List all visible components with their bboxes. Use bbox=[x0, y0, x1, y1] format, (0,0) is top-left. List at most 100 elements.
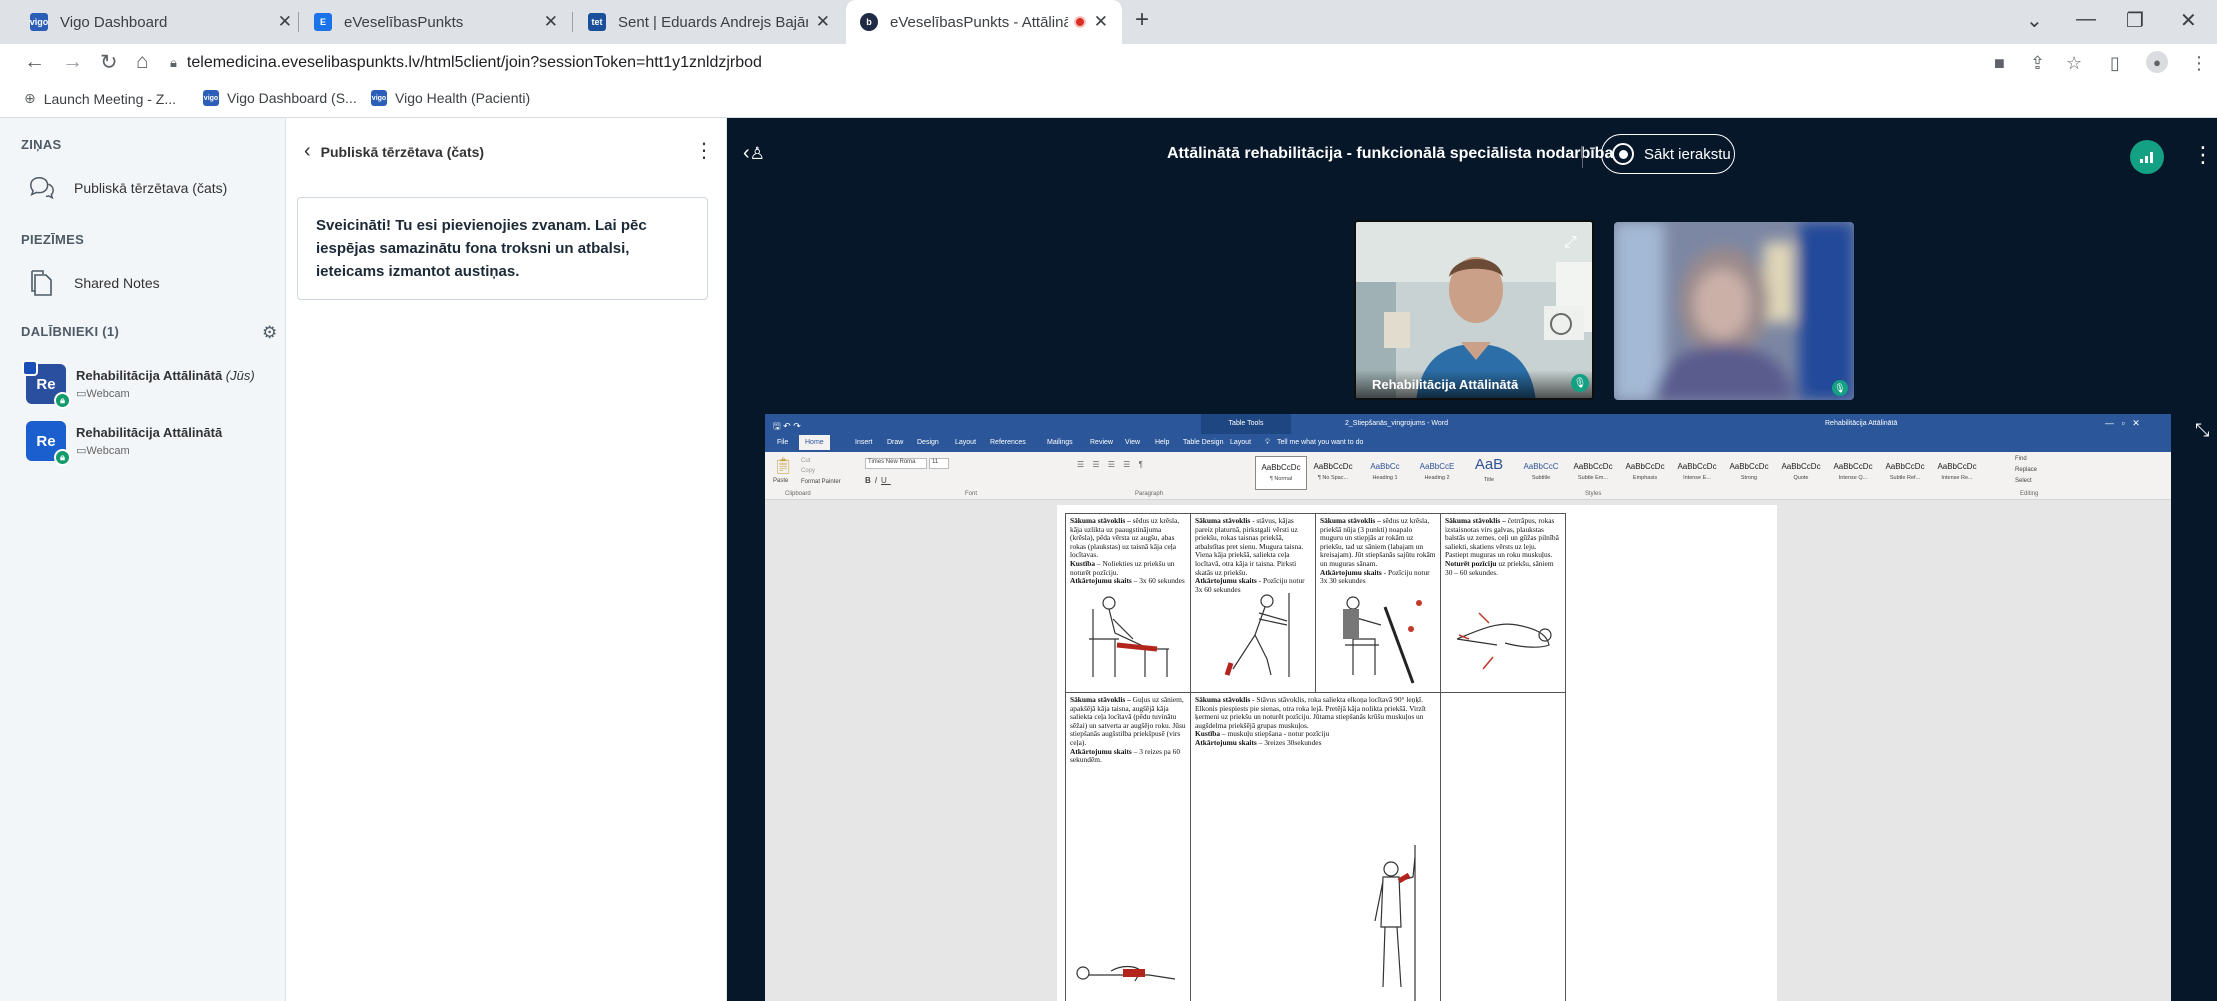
bookmark-vigo-dashboard[interactable]: vigo Vigo Dashboard (S... bbox=[203, 90, 357, 106]
word-tab[interactable]: Layout bbox=[1230, 439, 1251, 446]
style-gallery-item[interactable]: AaBbCcDc Intense E... bbox=[1671, 456, 1723, 490]
webcam-icon: ▭ bbox=[76, 388, 87, 400]
side-panel-icon[interactable]: ▯ bbox=[2110, 53, 2120, 74]
bookmark-star-icon[interactable]: ☆ bbox=[2066, 53, 2082, 74]
style-name: Intense Re... bbox=[1941, 475, 1973, 481]
bookmark-launch-meeting[interactable]: ⊕ Launch Meeting - Z... bbox=[24, 90, 176, 107]
forward-icon[interactable]: → bbox=[62, 50, 83, 74]
format-painter-label[interactable]: Format Painter bbox=[801, 479, 841, 485]
vigo-favicon-icon: vigo bbox=[30, 13, 48, 31]
style-sample: AaBbCcDc bbox=[1573, 462, 1613, 471]
word-title-bar: 🖫︎ ↶ ↷ Table Tools 2_Stiepšanās_vingroju… bbox=[765, 414, 2171, 434]
shared-notes-item[interactable]: Shared Notes bbox=[28, 269, 160, 297]
word-tab[interactable]: Review bbox=[1090, 439, 1113, 446]
style-gallery-item[interactable]: AaBbCc Heading 1 bbox=[1359, 456, 1411, 490]
gear-icon[interactable]: ⚙ bbox=[262, 323, 277, 343]
font-format-buttons[interactable]: BIU bbox=[865, 476, 891, 485]
style-gallery-item[interactable]: AaBbCcDc Intense Q... bbox=[1827, 456, 1879, 490]
vigo-favicon-icon: vigo bbox=[371, 90, 387, 106]
style-gallery-item[interactable]: AaBbCcDc ¶ Normal bbox=[1255, 456, 1307, 490]
minimize-icon[interactable]: — bbox=[2076, 8, 2096, 31]
url-bar[interactable]: 🔒︎ telemedicina.eveselibaspunkts.lv/html… bbox=[170, 48, 1960, 78]
word-tab[interactable]: Table Design bbox=[1183, 439, 1223, 446]
style-gallery-item[interactable]: AaB Title bbox=[1463, 456, 1515, 490]
tell-me-box[interactable]: Tell me what you want to do bbox=[1277, 439, 1363, 446]
reload-icon[interactable]: ↻ bbox=[100, 50, 118, 75]
font-size-box[interactable]: 11 bbox=[929, 458, 949, 469]
exit-fullscreen-icon[interactable]: ⤡ bbox=[2195, 420, 2209, 441]
back-icon[interactable]: ← bbox=[24, 50, 45, 74]
tab-search-icon[interactable]: ⌄ bbox=[2026, 8, 2043, 33]
style-gallery-item[interactable]: AaBbCcDc Subtle Ref... bbox=[1879, 456, 1931, 490]
style-sample: AaBbCcDc bbox=[1677, 462, 1717, 471]
connection-status-icon[interactable] bbox=[2130, 140, 2164, 174]
webcam-video-participant[interactable]: 🎙︎ bbox=[1614, 222, 1854, 400]
word-tab[interactable]: Mailings bbox=[1047, 439, 1073, 446]
fullscreen-icon[interactable]: ⤢ bbox=[1564, 234, 1577, 252]
chrome-menu-icon[interactable]: ⋮ bbox=[2190, 53, 2208, 74]
close-tab-icon[interactable]: ✕ bbox=[1094, 12, 1108, 32]
webcam-user-name: Rehabilitācija Attālinātā bbox=[1372, 377, 1519, 392]
close-tab-icon[interactable]: ✕ bbox=[544, 12, 558, 32]
tab-sent-mail[interactable]: tet Sent | Eduards Andrejs Bajārs — ✕ bbox=[574, 0, 844, 44]
close-tab-icon[interactable]: ✕ bbox=[278, 12, 292, 32]
lock-icon[interactable]: 🔒︎ bbox=[170, 55, 177, 71]
word-tab[interactable]: Help bbox=[1155, 439, 1169, 446]
word-tab[interactable]: References bbox=[990, 439, 1026, 446]
word-tab[interactable]: Insert bbox=[855, 439, 873, 446]
style-gallery-item[interactable]: AaBbCcDc Quote bbox=[1775, 456, 1827, 490]
style-gallery-item[interactable]: AaBbCcDc Emphasis bbox=[1619, 456, 1671, 490]
tab-rehab-session[interactable]: b eVeselībasPunkts - Attālinātā ✕ bbox=[846, 0, 1122, 44]
word-tab[interactable]: File bbox=[777, 439, 788, 446]
chat-options-icon[interactable]: ⋮ bbox=[694, 138, 714, 163]
cut-label[interactable]: Cut bbox=[801, 458, 810, 464]
style-gallery-item[interactable]: AaBbCcDc Strong bbox=[1723, 456, 1775, 490]
word-tab[interactable]: Layout bbox=[955, 439, 976, 446]
word-tab[interactable]: Design bbox=[917, 439, 939, 446]
style-gallery-item[interactable]: AaBbCcDc ¶ No Spac... bbox=[1307, 456, 1359, 490]
font-name-box[interactable]: Times New Roma bbox=[865, 458, 927, 469]
style-gallery-item[interactable]: AaBbCcDc Intense Re... bbox=[1931, 456, 1983, 490]
word-tab[interactable]: View bbox=[1125, 439, 1140, 446]
screenshare-view[interactable]: 🖫︎ ↶ ↷ Table Tools 2_Stiepšanās_vingroju… bbox=[765, 414, 2171, 1001]
close-tab-icon[interactable]: ✕ bbox=[816, 12, 830, 32]
public-chat-item[interactable]: Publiskā tērzētava (čats) bbox=[28, 174, 227, 202]
bookmarks-bar: ⊕ Launch Meeting - Z... vigo Vigo Dashbo… bbox=[0, 82, 2217, 118]
copy-label[interactable]: Copy bbox=[801, 468, 815, 474]
paste-label[interactable]: Paste bbox=[773, 478, 788, 484]
restore-icon[interactable]: ❐ bbox=[2126, 8, 2144, 33]
paste-icon: 📋︎ bbox=[773, 458, 794, 475]
chat-back-button[interactable]: ‹ Publiskā tērzētava (čats) bbox=[304, 140, 484, 163]
toggle-user-list-icon[interactable]: ‹♙ bbox=[743, 142, 765, 165]
tab-evesel-punkts[interactable]: E eVeselībasPunkts ✕ bbox=[300, 0, 572, 44]
select-button[interactable]: Select bbox=[2015, 478, 2032, 484]
style-gallery-item[interactable]: AaBbCcC Subtitle bbox=[1515, 456, 1567, 490]
tab-vigo-dashboard[interactable]: vigo Vigo Dashboard ✕ bbox=[16, 0, 306, 44]
style-sample: AaBbCcDc bbox=[1261, 463, 1301, 472]
participant-row[interactable]: Re 🔒︎ Rehabilitācija Attālinātā ▭Webcam bbox=[26, 421, 222, 466]
webcam-icon: ▭ bbox=[76, 445, 87, 457]
close-window-icon[interactable]: ✕ bbox=[2180, 8, 2197, 33]
word-tab[interactable]: Draw bbox=[887, 439, 903, 446]
paragraph-buttons[interactable]: ☰ ☰ ☰ ☰ ¶ bbox=[1077, 460, 1146, 469]
find-button[interactable]: Find bbox=[2015, 456, 2027, 462]
exercise-cell bbox=[1440, 692, 1566, 1001]
bigbluebutton-favicon-icon: b bbox=[860, 13, 878, 31]
lightbulb-icon: 💡︎ bbox=[1265, 439, 1270, 446]
word-tab-active[interactable]: Home bbox=[799, 435, 830, 450]
style-gallery-item[interactable]: AaBbCcDc Subtle Em... bbox=[1567, 456, 1619, 490]
bookmark-vigo-health[interactable]: vigo Vigo Health (Pacienti) bbox=[371, 90, 530, 106]
start-recording-button[interactable]: Sākt ierakstu bbox=[1601, 134, 1735, 174]
chevron-down-icon[interactable]: ⌄ bbox=[1511, 377, 1520, 390]
camera-in-use-icon[interactable]: ■ bbox=[1994, 53, 2005, 74]
participant-row[interactable]: Re 🔒︎ Rehabilitācija Attālinātā (Jūs) ▭W… bbox=[22, 360, 255, 409]
webcam-video-self[interactable]: Rehabilitācija Attālinātā ⌄ 🎙︎ ⤢ bbox=[1354, 220, 1594, 400]
style-gallery-item[interactable]: AaBbCcE Heading 2 bbox=[1411, 456, 1463, 490]
home-icon[interactable]: ⌂ bbox=[136, 50, 149, 74]
meeting-options-icon[interactable]: ⋮ bbox=[2192, 142, 2214, 168]
new-tab-button[interactable]: + bbox=[1135, 6, 1149, 34]
notes-document-icon bbox=[28, 269, 56, 297]
replace-button[interactable]: Replace bbox=[2015, 467, 2037, 473]
profile-avatar-icon[interactable]: ● bbox=[2146, 51, 2168, 73]
share-icon[interactable]: ⇪ bbox=[2030, 53, 2045, 74]
